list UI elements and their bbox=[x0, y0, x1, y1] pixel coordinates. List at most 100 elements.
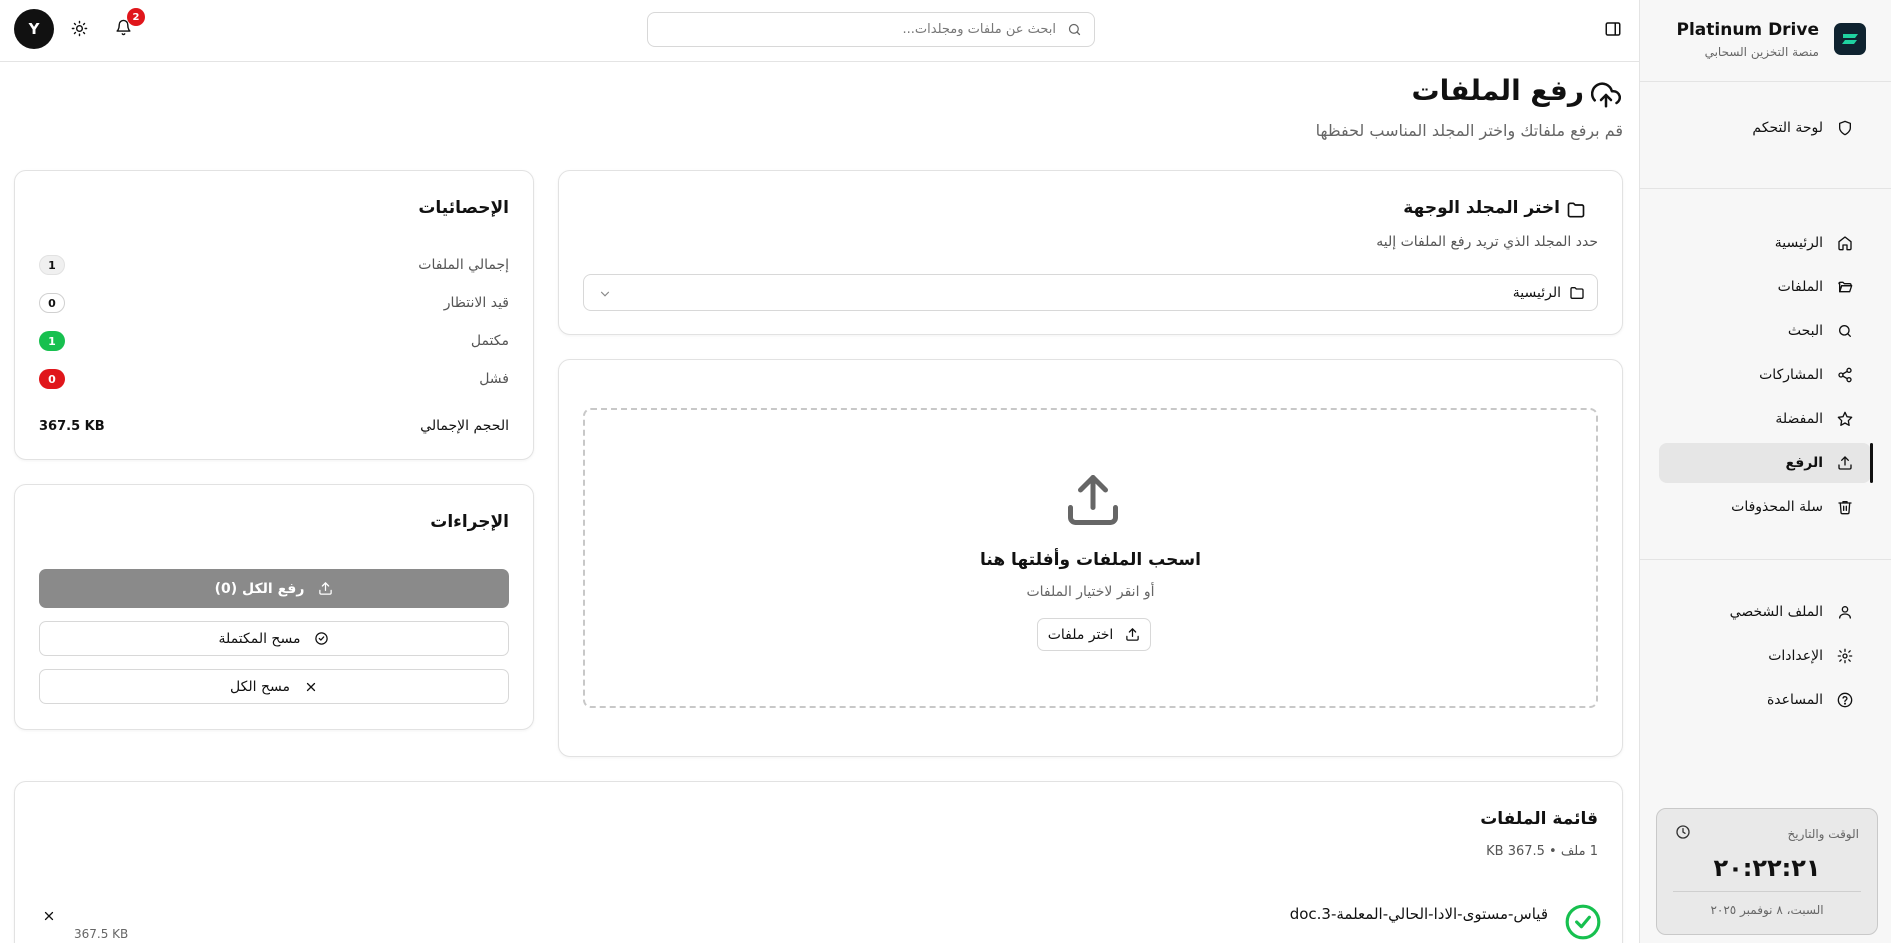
folder-icon bbox=[1569, 285, 1585, 301]
search-input[interactable] bbox=[666, 13, 1056, 46]
sidebar-item-label: الملف الشخصي bbox=[1729, 604, 1823, 620]
stat-label: قيد الانتظار bbox=[443, 295, 509, 311]
stat-label: الحجم الإجمالي bbox=[420, 418, 509, 434]
sidebar-item-search[interactable]: البحث bbox=[1659, 311, 1871, 351]
avatar[interactable]: Y bbox=[14, 9, 54, 49]
check-circle-icon bbox=[314, 631, 329, 646]
share-icon bbox=[1837, 367, 1853, 383]
active-indicator bbox=[1870, 443, 1873, 483]
sidebar-item-files[interactable]: الملفات bbox=[1659, 267, 1871, 307]
close-icon[interactable] bbox=[42, 909, 56, 923]
stat-count-badge: 1 bbox=[39, 331, 65, 351]
stat-label: مكتمل bbox=[470, 333, 509, 349]
gear-icon bbox=[1837, 648, 1853, 664]
stat-count-badge: 0 bbox=[39, 369, 65, 389]
upload-icon bbox=[318, 581, 333, 596]
sidebar-item-home[interactable]: الرئيسية bbox=[1659, 223, 1871, 263]
folder-icon bbox=[1566, 200, 1586, 220]
sidebar-item-label: لوحة التحكم bbox=[1752, 120, 1823, 136]
button-label: مسح الكل bbox=[230, 678, 290, 695]
shield-icon bbox=[1837, 120, 1853, 136]
close-icon bbox=[304, 680, 318, 694]
stat-row-total-size: الحجم الإجمالي 367.5 KB bbox=[39, 415, 509, 437]
clear-completed-button[interactable]: مسح المكتملة bbox=[39, 621, 509, 656]
brand-name: Platinum Drive bbox=[1676, 20, 1819, 40]
file-name: قياس-مستوى-الادا-الحالي-المعلمة-3.doc bbox=[1289, 905, 1548, 923]
card-title: الإحصائيات bbox=[418, 198, 509, 218]
folder-open-icon bbox=[1837, 279, 1853, 295]
stat-row-pending: قيد الانتظار 0 bbox=[39, 292, 509, 314]
top-header: 2 Y bbox=[0, 0, 1639, 62]
sidebar-item-profile[interactable]: الملف الشخصي bbox=[1659, 592, 1871, 632]
card-title: قائمة الملفات bbox=[1480, 809, 1598, 829]
notification-badge: 2 bbox=[127, 8, 145, 26]
total-size-value: 367.5 KB bbox=[39, 418, 105, 434]
stat-count-badge: 0 bbox=[39, 293, 65, 313]
stat-row-completed: مكتمل 1 bbox=[39, 330, 509, 352]
button-label: مسح المكتملة bbox=[218, 630, 301, 647]
sidebar-item-label: البحث bbox=[1787, 323, 1823, 339]
clock-label: الوقت والتاريخ bbox=[1787, 827, 1859, 841]
sidebar-item-label: الإعدادات bbox=[1768, 648, 1823, 664]
sidebar-item-upload[interactable]: الرفع bbox=[1659, 443, 1871, 483]
destination-folder-card: اختر المجلد الوجهة حدد المجلد الذي تريد … bbox=[558, 170, 1623, 335]
card-title: الإجراءات bbox=[430, 512, 509, 532]
sidebar-item-label: المشاركات bbox=[1759, 367, 1823, 383]
search-icon bbox=[1067, 22, 1082, 37]
home-icon bbox=[1837, 235, 1853, 251]
check-circle-icon bbox=[1564, 903, 1602, 941]
sidebar-item-trash[interactable]: سلة المحذوفات bbox=[1659, 487, 1871, 527]
clear-all-button[interactable]: مسح الكل bbox=[39, 669, 509, 704]
sidebar-item-label: سلة المحذوفات bbox=[1731, 499, 1823, 515]
sidebar-item-shares[interactable]: المشاركات bbox=[1659, 355, 1871, 395]
brand-logo bbox=[1834, 23, 1866, 55]
brand-subtitle: منصة التخزين السحابي bbox=[1704, 45, 1819, 59]
upload-all-button[interactable]: رفع الكل (0) bbox=[39, 569, 509, 608]
upload-card: اسحب الملفات وأفلتها هنا أو انقر لاختيار… bbox=[558, 359, 1623, 757]
search-icon bbox=[1837, 323, 1853, 339]
user-icon bbox=[1837, 604, 1853, 620]
sidebar-item-dashboard[interactable]: لوحة التحكم bbox=[1659, 108, 1871, 148]
sidebar: Platinum Drive منصة التخزين السحابي لوحة… bbox=[1639, 0, 1891, 943]
choose-files-button[interactable]: اختر ملفات bbox=[1037, 618, 1151, 651]
sidebar-item-label: الرفع bbox=[1785, 455, 1824, 471]
button-label: رفع الكل (0) bbox=[214, 580, 305, 597]
statistics-card: الإحصائيات إجمالي الملفات 1 قيد الانتظار… bbox=[14, 170, 534, 460]
sidebar-item-help[interactable]: المساعدة bbox=[1659, 680, 1871, 720]
clock-time: ٢٠:٢٢:٢١ bbox=[1713, 854, 1821, 882]
brand: Platinum Drive منصة التخزين السحابي bbox=[1639, 0, 1891, 82]
clock-date: السبت، ٨ نوفمبر ٢٠٢٥ bbox=[1710, 903, 1824, 917]
sidebar-item-label: المفضلة bbox=[1775, 411, 1823, 427]
stat-label: فشل bbox=[479, 371, 509, 387]
sidebar-divider bbox=[1639, 559, 1891, 560]
sidebar-item-favorites[interactable]: المفضلة bbox=[1659, 399, 1871, 439]
sun-icon bbox=[71, 20, 88, 37]
cloud-upload-icon bbox=[1591, 80, 1621, 110]
stat-row-total: إجمالي الملفات 1 bbox=[39, 254, 509, 276]
stat-label: إجمالي الملفات bbox=[418, 257, 509, 273]
upload-icon bbox=[1837, 455, 1853, 471]
theme-toggle-button[interactable] bbox=[71, 20, 88, 37]
files-summary: 1 ملف • 367.5 KB bbox=[1486, 844, 1598, 859]
folder-select[interactable]: الرئيسية bbox=[583, 274, 1598, 311]
file-dropzone[interactable]: اسحب الملفات وأفلتها هنا أو انقر لاختيار… bbox=[583, 408, 1598, 708]
dropzone-subtitle: أو انقر لاختيار الملفات bbox=[1026, 584, 1155, 600]
search-box bbox=[647, 12, 1095, 47]
sidebar-item-settings[interactable]: الإعدادات bbox=[1659, 636, 1871, 676]
button-label: اختر ملفات bbox=[1047, 626, 1114, 643]
selected-folder: الرئيسية bbox=[1512, 284, 1561, 301]
chevron-down-icon bbox=[598, 287, 612, 301]
trash-icon bbox=[1837, 499, 1853, 515]
card-description: حدد المجلد الذي تريد رفع الملفات إليه bbox=[1376, 234, 1598, 250]
files-list-card: قائمة الملفات 1 ملف • 367.5 KB قياس-مستو… bbox=[14, 781, 1623, 943]
stat-row-failed: فشل 0 bbox=[39, 368, 509, 390]
star-icon bbox=[1837, 411, 1853, 427]
file-size: 367.5 KB bbox=[74, 927, 129, 941]
upload-icon bbox=[1125, 627, 1140, 642]
sidebar-item-label: المساعدة bbox=[1766, 692, 1823, 708]
actions-card: الإجراءات رفع الكل (0) مسح المكتملة مسح … bbox=[14, 484, 534, 730]
clock-icon bbox=[1675, 824, 1691, 840]
card-title: اختر المجلد الوجهة bbox=[1403, 198, 1560, 218]
sidebar-toggle-icon[interactable] bbox=[1604, 20, 1622, 38]
page-title: رفع الملفات bbox=[1411, 74, 1584, 107]
